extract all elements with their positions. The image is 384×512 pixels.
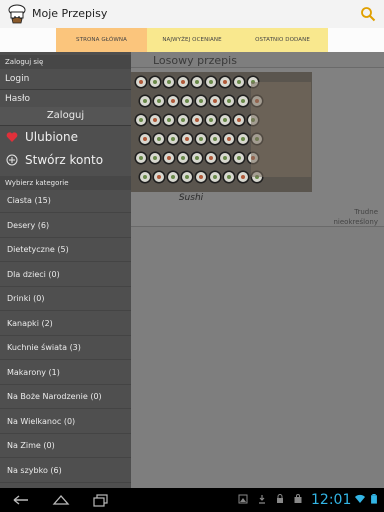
category-item[interactable]: Dietetyczne (5)	[0, 238, 131, 262]
system-nav-bar: 12:01	[0, 488, 384, 512]
search-icon[interactable]	[360, 6, 376, 22]
battery-icon	[371, 494, 377, 504]
category-item[interactable]: Kuchnie świata (3)	[0, 336, 131, 360]
login-field[interactable]: Login	[0, 68, 131, 90]
login-header: Zaloguj się	[0, 55, 131, 69]
favorites-item[interactable]: Ulubione	[0, 125, 131, 149]
category-item[interactable]: Na szybko (6)	[0, 459, 131, 483]
recent-apps-icon[interactable]	[90, 492, 112, 508]
lock-icon	[277, 494, 283, 503]
shopping-bag-icon	[294, 494, 302, 503]
add-circle-icon	[6, 154, 18, 166]
recipe-difficulty: Trudne	[354, 208, 378, 216]
category-item[interactable]: Kanapki (2)	[0, 312, 131, 336]
category-item[interactable]: Makarony (1)	[0, 361, 131, 385]
login-button[interactable]: Zaloguj	[0, 107, 131, 126]
create-account-item[interactable]: Stwórz konto	[0, 148, 131, 172]
heart-icon	[6, 132, 18, 142]
chef-hat-icon[interactable]	[6, 4, 28, 24]
categories-header: Wybierz kategorie	[0, 176, 131, 190]
category-item[interactable]: Na Boże Narodzenie (0)	[0, 385, 131, 409]
category-item[interactable]: Drinki (0)	[0, 287, 131, 311]
category-item[interactable]: Desery (6)	[0, 214, 131, 238]
category-item[interactable]: Na Wielkanoc (0)	[0, 410, 131, 434]
recipe-name: Sushi	[178, 193, 204, 203]
tab-home[interactable]: STRONA GŁÓWNA	[56, 28, 147, 52]
clock: 12:01	[311, 492, 352, 508]
home-icon[interactable]	[50, 492, 72, 508]
back-icon[interactable]	[10, 492, 32, 508]
category-item[interactable]: Dla dzieci (0)	[0, 263, 131, 287]
category-item[interactable]: Na Zime (0)	[0, 434, 131, 458]
category-item[interactable]: Ciasta (15)	[0, 189, 131, 213]
tab-recently-added[interactable]: OSTATNIO DODANE	[237, 28, 328, 52]
app-title: Moje Przepisy	[32, 7, 108, 20]
download-icon	[259, 495, 265, 504]
tab-top-rated[interactable]: NAJWYŻEJ OCENIANE	[147, 28, 237, 52]
recipe-cuisine: nieokreślony	[333, 218, 378, 226]
gallery-icon	[238, 494, 248, 504]
recipe-image[interactable]	[131, 72, 312, 192]
section-title: Losowy przepis	[153, 54, 237, 67]
wifi-icon	[355, 494, 365, 503]
